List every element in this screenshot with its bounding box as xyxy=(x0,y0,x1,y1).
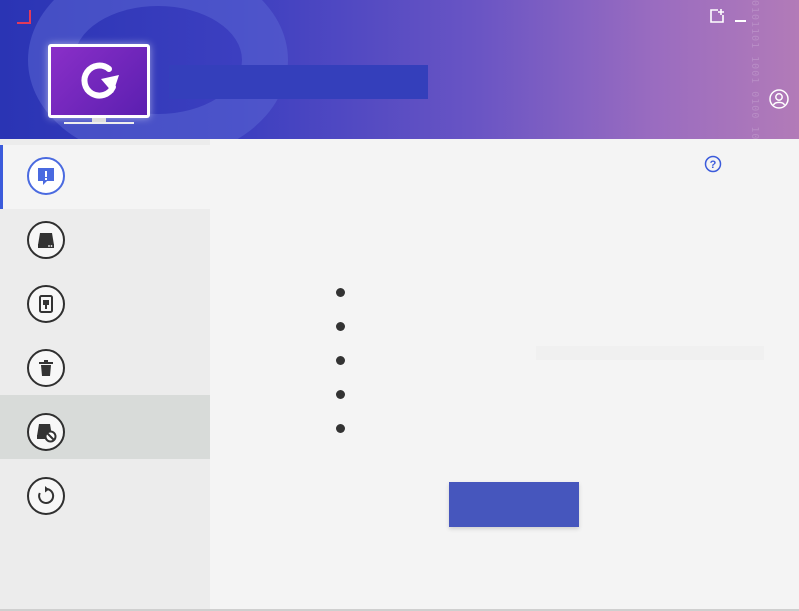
trash-icon xyxy=(27,349,65,387)
app-title xyxy=(169,65,428,99)
bullet-dot xyxy=(336,355,345,365)
minimize-button[interactable] xyxy=(730,6,750,26)
description-text xyxy=(300,201,670,211)
list-item xyxy=(336,411,636,445)
hard-drive-icon xyxy=(27,221,65,259)
bullet-dot xyxy=(336,423,345,433)
add-note-icon xyxy=(710,9,724,23)
restore-arrow-icon xyxy=(81,62,119,99)
main-panel: ? xyxy=(210,139,799,609)
sidebar-item-device[interactable] xyxy=(0,273,210,337)
corner-mark xyxy=(17,10,31,24)
primary-action-button[interactable] xyxy=(449,482,579,527)
help-icon: ? xyxy=(704,155,722,173)
app-logo xyxy=(48,44,150,118)
logo-screen xyxy=(51,47,147,115)
binary-pattern: 0101101 1001 0100 1011 010 011 10010 110… xyxy=(379,0,759,139)
help-button[interactable]: ? xyxy=(704,155,722,173)
user-icon xyxy=(769,89,789,109)
sidebar-item-blocked-drive[interactable] xyxy=(0,395,210,459)
placeholder-bar xyxy=(536,346,764,360)
bullet-dot xyxy=(336,389,345,399)
list-item xyxy=(336,309,636,343)
account-button[interactable] xyxy=(768,88,790,110)
list-item xyxy=(336,377,636,411)
sidebar-item-drive[interactable] xyxy=(0,209,210,273)
feature-list xyxy=(336,275,636,445)
feedback-button[interactable] xyxy=(707,6,727,26)
device-icon xyxy=(27,285,65,323)
sidebar-item-restore[interactable] xyxy=(0,465,210,529)
bullet-dot xyxy=(336,321,345,331)
list-item xyxy=(336,275,636,309)
drive-blocked-icon xyxy=(27,413,65,451)
svg-text:?: ? xyxy=(710,159,717,171)
logo-stand xyxy=(64,118,134,124)
sidebar xyxy=(0,139,210,609)
sidebar-item-alert[interactable] xyxy=(0,145,210,209)
sidebar-item-trash[interactable] xyxy=(0,337,210,401)
minimize-icon xyxy=(734,20,746,22)
refresh-icon xyxy=(27,477,65,515)
header-banner: 0101101 1001 0100 1011 010 011 10010 110… xyxy=(0,0,799,139)
bullet-dot xyxy=(336,287,345,297)
alert-icon xyxy=(27,157,65,195)
